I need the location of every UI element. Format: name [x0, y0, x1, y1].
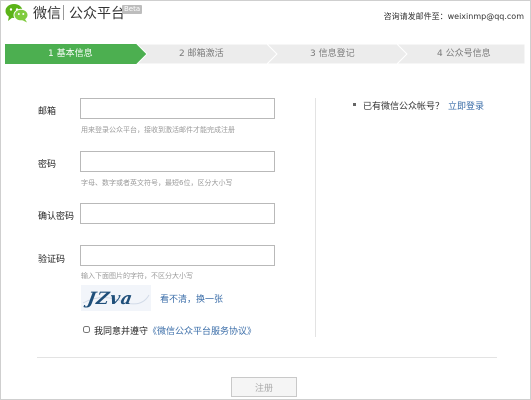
captcha-hint: 输入下面图片的字符，不区分大小写: [81, 272, 193, 280]
confirm-password-field[interactable]: [80, 203, 275, 224]
password-label: 密码: [38, 160, 57, 170]
captcha-image-text: JZva: [83, 289, 135, 309]
product-name: 公众平台: [69, 6, 125, 22]
step-3-label: 3 信息登记: [310, 49, 355, 59]
agree-text: 我同意并遵守《微信公众平台服务协议》: [94, 324, 256, 337]
password-hint: 字母、数字或者英文符号，最短6位，区分大小写: [81, 179, 233, 187]
login-now-link[interactable]: 立即登录: [448, 99, 484, 112]
email-hint: 用来登录公众平台，接收到激活邮件才能完成注册: [81, 126, 235, 134]
horizontal-divider: [37, 357, 497, 358]
agree-prefix: 我同意并遵守: [94, 327, 149, 337]
header: 微信 公众平台 Beta 咨询请发邮件至：weixinmp@qq.com: [1, 1, 530, 37]
captcha-image[interactable]: JZva: [81, 285, 151, 311]
progress-steps: 1 基本信息 2 邮箱激活 3 信息登记 4 公众号信息: [5, 44, 525, 64]
register-page: 微信 公众平台 Beta 咨询请发邮件至：weixinmp@qq.com 1 基…: [0, 0, 531, 400]
captcha-field[interactable]: [80, 245, 275, 266]
captcha-label: 验证码: [38, 255, 66, 265]
email-field[interactable]: [80, 98, 275, 119]
confirm-password-label: 确认密码: [38, 212, 75, 222]
captcha-refresh-link[interactable]: 看不清，换一张: [160, 292, 223, 305]
bullet-icon: [353, 103, 356, 106]
vertical-divider: [315, 98, 316, 337]
agree-checkbox[interactable]: [83, 326, 90, 333]
wechat-logo-icon: [5, 4, 29, 23]
existing-account-question: 已有微信公众帐号？: [363, 102, 445, 112]
step-2-label: 2 邮箱激活: [179, 49, 224, 59]
contact-email-text: 咨询请发邮件至：weixinmp@qq.com: [383, 12, 524, 21]
register-button[interactable]: 注册: [231, 377, 297, 397]
step-1-label: 1 基本信息: [48, 49, 93, 59]
service-agreement-link[interactable]: 《微信公众平台服务协议》: [148, 327, 256, 337]
password-field[interactable]: [80, 151, 275, 172]
email-label: 邮箱: [38, 107, 57, 117]
brand-name: 微信: [33, 6, 61, 22]
logo-divider: [63, 5, 64, 20]
step-4-label: 4 公众号信息: [437, 49, 491, 59]
beta-badge: Beta: [122, 5, 143, 14]
